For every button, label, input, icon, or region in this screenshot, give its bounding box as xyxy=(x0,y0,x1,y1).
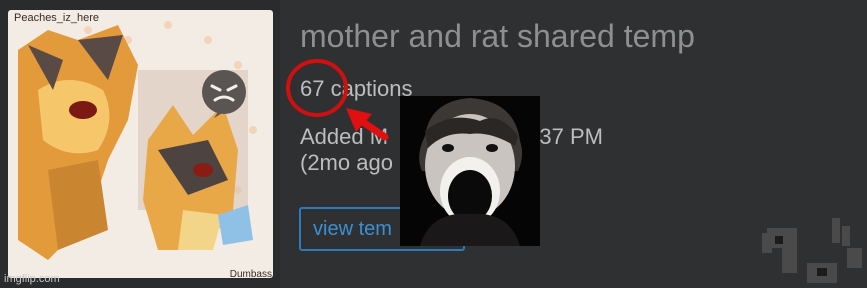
angry-emoji-icon xyxy=(202,70,246,118)
template-thumbnail[interactable]: Peaches_iz_here Dumbass xyxy=(0,0,280,288)
watermark-bottom: Dumbass xyxy=(229,269,272,280)
template-title[interactable]: mother and rat shared temp xyxy=(300,18,695,55)
pixel-character-icon xyxy=(762,218,862,283)
caption-count: 67 captions xyxy=(300,76,413,101)
site-watermark: imgflip.com xyxy=(4,273,60,285)
screaming-face-photo xyxy=(400,96,540,246)
cat-drawing xyxy=(18,21,257,260)
template-image[interactable] xyxy=(8,10,273,278)
added-relative: (2mo ago xyxy=(300,150,393,175)
added-line-1: Added M xyxy=(300,124,389,149)
watermark-top: Peaches_iz_here xyxy=(14,12,100,24)
